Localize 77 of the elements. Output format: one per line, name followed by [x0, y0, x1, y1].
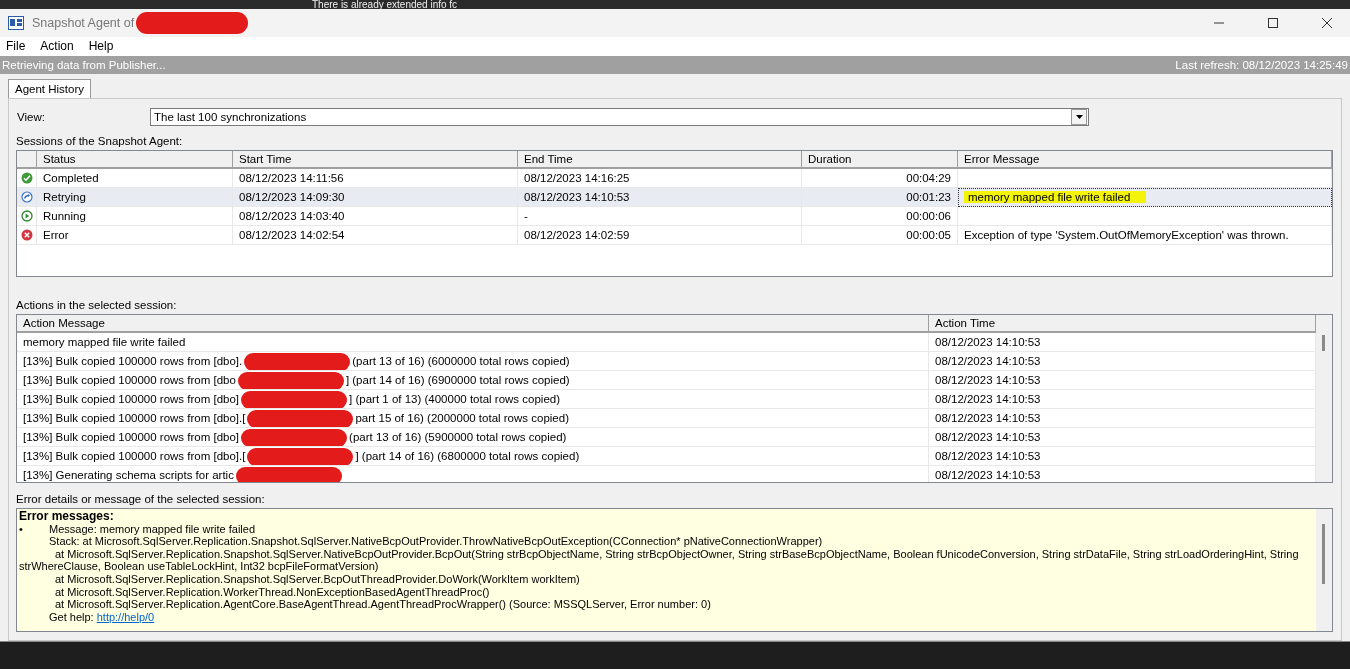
row-marker[interactable] [17, 226, 37, 245]
table-cell: 08/12/2023 14:02:54 [233, 226, 518, 245]
column-header[interactable]: End Time [518, 151, 802, 169]
last-refresh: Last refresh: 08/12/2023 14:25:49 [1175, 58, 1348, 71]
table-cell: - [518, 207, 802, 226]
action-message: [13%] Bulk copied 100000 rows from [dbo].[ [23, 450, 246, 462]
section-label: Actions in the selected session: [16, 299, 178, 311]
highlighted-text: memory mapped file write failed [964, 191, 1147, 203]
table-cell: 00:00:06 [802, 207, 958, 226]
table-cell: 08/12/2023 14:02:59 [518, 226, 802, 245]
row-marker[interactable] [17, 188, 37, 207]
error-line: at Microsoft.SqlServer.Replication.Snapshot.SqlServer.BcpOutThreadProvider.DoWork(WorkItem workItem) [54, 572, 581, 586]
action-message: [13%] Bulk copied 100000 rows from [dbo] [23, 431, 240, 443]
table-cell: 08/12/2023 14:09:30 [233, 188, 518, 207]
table-cell: 08/12/2023 14:10:53 [929, 428, 1316, 447]
tab[interactable]: Agent History [8, 79, 92, 98]
table-cell: 08/12/2023 14:10:53 [929, 390, 1316, 409]
retrying-status-icon [20, 191, 33, 203]
table-cell: 08/12/2023 14:10:53 [929, 333, 1316, 352]
action-message: ] (part 14 of 16) (6800000 total rows copied) [355, 450, 580, 462]
table-cell: Running [37, 207, 233, 226]
action-message: [13%] Generating schema scripts for artic [23, 469, 234, 481]
column-header[interactable]: Duration [802, 151, 958, 169]
table-cell: Exception of type 'System.OutOfMemoryException' was thrown. [958, 226, 1332, 245]
table-cell: Retrying [37, 188, 233, 207]
error-line: at Microsoft.SqlServer.Replication.WorkerThread.NonExceptionBasedAgentThreadProc() [54, 585, 491, 599]
table-cell: 00:01:23 [802, 188, 958, 207]
view-label: View: [16, 111, 46, 123]
action-message: part 15 of 16) (2000000 total rows copied) [355, 412, 569, 424]
error-line: at Microsoft.SqlServer.Replication.AgentCore.BaseAgentThread.AgentThreadProcWrapper() (Source: MSSQLServer, Error number: 0) [54, 598, 712, 611]
action-message: memory mapped file write failed [23, 336, 186, 348]
column-header[interactable]: Action Message [17, 315, 929, 333]
table-cell: 08/12/2023 14:03:40 [233, 207, 518, 226]
action-message: (part 13 of 16) (6000000 total rows copied) [352, 355, 570, 367]
table-cell: 08/12/2023 14:10:53 [929, 447, 1316, 466]
column-header[interactable]: Start Time [233, 151, 518, 169]
table-cell: 08/12/2023 14:10:53 [518, 188, 802, 207]
table-cell: 00:00:05 [802, 226, 958, 245]
table-cell: Error [37, 226, 233, 245]
running-status-icon [20, 210, 33, 222]
caret-icon [1075, 115, 1083, 119]
toolbar-text: There is already extended info fc [312, 0, 458, 10]
error-line: Message: memory mapped file write failed [49, 522, 256, 536]
table-cell: 08/12/2023 14:10:53 [929, 409, 1316, 428]
menu-item[interactable]: Help [88, 39, 114, 54]
menu-item[interactable]: Action [40, 39, 74, 54]
action-message: [13%] Bulk copied 100000 rows from [dbo].[ [23, 412, 246, 424]
error-heading: Error messages: [19, 510, 115, 523]
row-marker[interactable] [17, 207, 37, 226]
app-icon [8, 16, 24, 30]
completed-status-icon [20, 172, 33, 184]
action-message: [13%] Bulk copied 100000 rows from [dbo] [23, 393, 240, 405]
help-label: Get help: [49, 610, 94, 623]
table-cell: 08/12/2023 14:10:53 [929, 352, 1316, 371]
error-line: Stack: at Microsoft.SqlServer.Replication.Snapshot.SqlServer.NativeBcpOutProvider.ThrowNativeBcpOutException(CConnection* pNativeConnectionWrapper) [48, 535, 824, 548]
action-message: ] (part 1 of 13) (400000 total rows copied) [349, 393, 561, 405]
view-dropdown[interactable]: The last 100 synchronizations [150, 108, 1089, 126]
window-title: Snapshot Agent of [32, 16, 135, 30]
column-header[interactable]: Status [37, 151, 233, 169]
action-message: [13%] Bulk copied 100000 rows from [dbo]. [23, 355, 243, 367]
column-header[interactable]: Action Time [929, 315, 1316, 333]
table-cell: 08/12/2023 14:10:53 [929, 371, 1316, 390]
action-message: (part 13 of 16) (5900000 total rows copied) [349, 431, 567, 443]
column-header[interactable]: Error Message [958, 151, 1332, 169]
section-label: Error details or message of the selected session: [16, 493, 266, 505]
section-label: Sessions of the Snapshot Agent: [16, 135, 184, 147]
scrollbar-thumb[interactable] [1322, 524, 1325, 584]
error-status-icon [20, 229, 33, 241]
column-header[interactable] [17, 151, 37, 169]
scrollbar-thumb[interactable] [1322, 335, 1325, 351]
action-message: [13%] Bulk copied 100000 rows from [dbo [23, 374, 236, 386]
menu-item[interactable]: File [6, 39, 26, 54]
bullet: • [19, 522, 24, 536]
action-message: ] (part 14 of 16) (6900000 total rows copied) [345, 374, 570, 386]
error-line: at Microsoft.SqlServer.Replication.Snapshot.SqlServer.NativeBcpOutProvider.BcpOut(String strBcpObjectName, String strBcpObjectOwner, String strBaseBcpObjectName, Boolean fUnicodeConversion, String strDataFile, String strLoadOrderingHint, String strWhereClause, Boolean useTableLockHint, Int32 bcpFileFormatVersion) [19, 547, 1300, 573]
status-message: Retrieving data from Publisher... [2, 58, 166, 71]
help-link[interactable]: http://help/0 [96, 610, 155, 623]
